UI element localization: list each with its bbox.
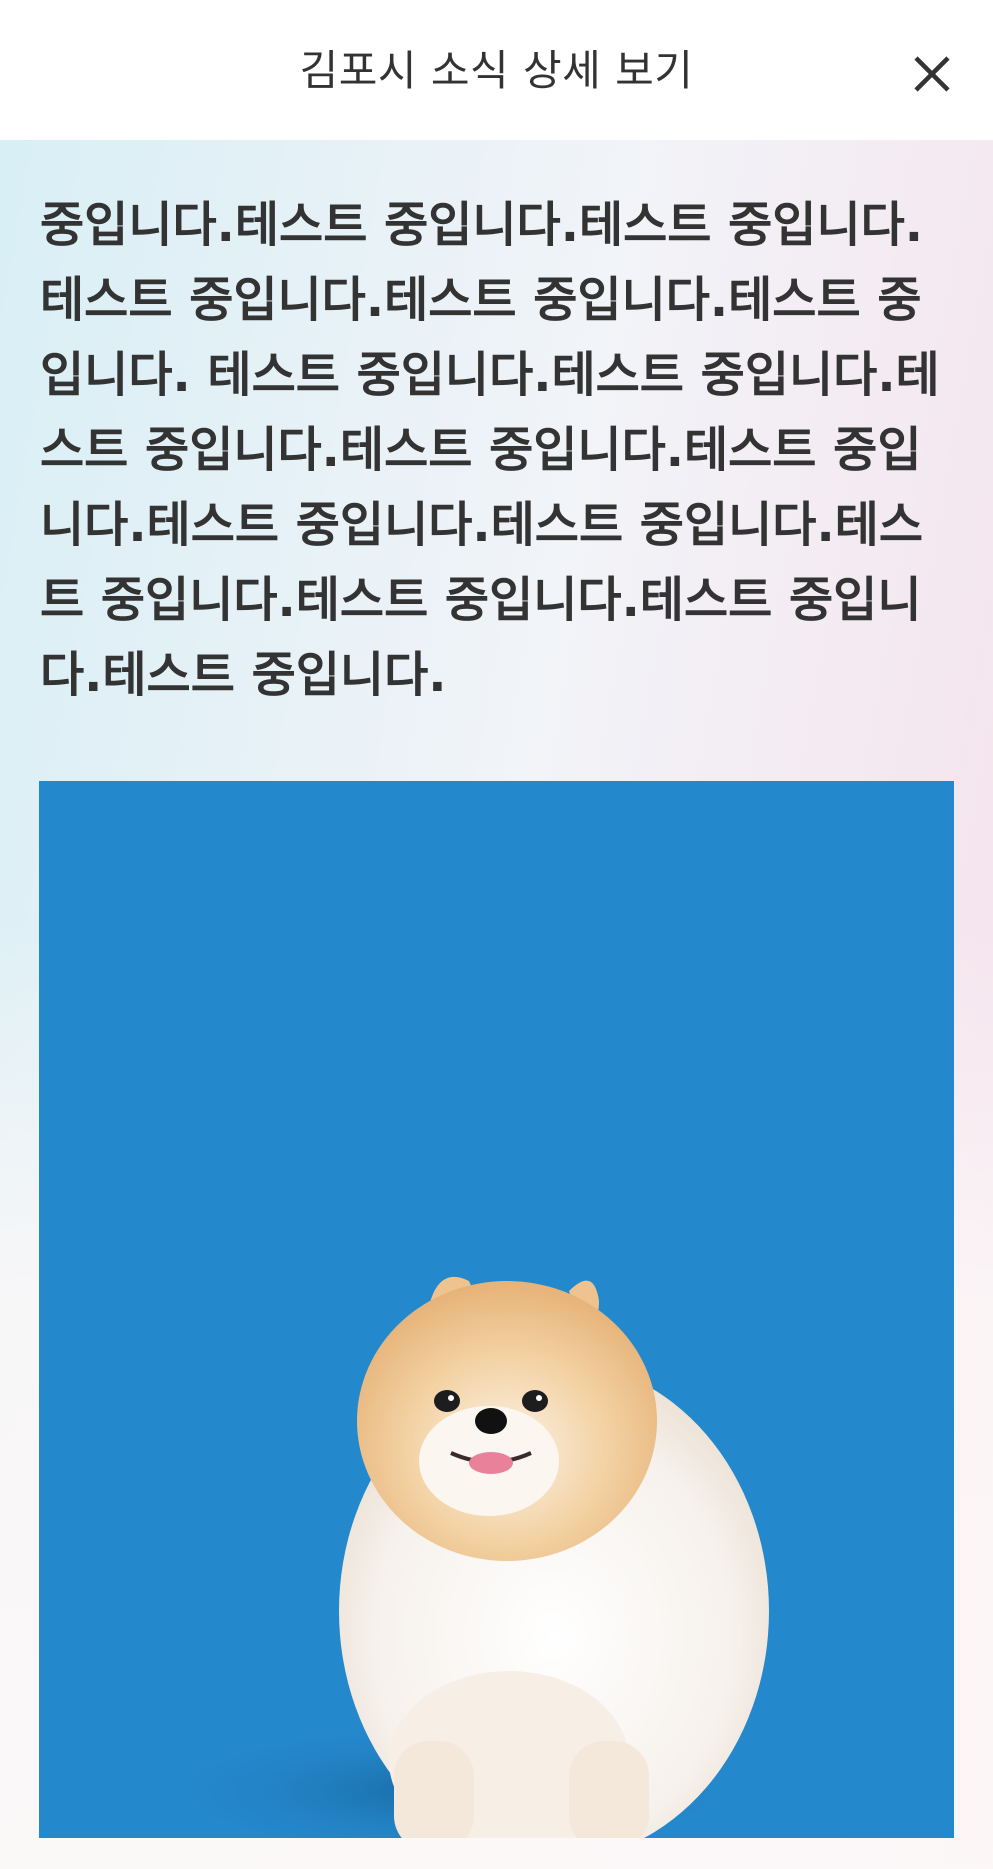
article-body-text: 중입니다.테스트 중입니다.테스트 중입니다.테스트 중입니다.테스트 중입니다… xyxy=(40,197,940,703)
header-bar: 김포시 소식 상세 보기 xyxy=(0,0,993,140)
article-content: 중입니다.테스트 중입니다.테스트 중입니다.테스트 중입니다.테스트 중입니다… xyxy=(0,140,993,1869)
article-photo xyxy=(39,781,954,1838)
close-icon xyxy=(914,56,950,92)
page-title: 김포시 소식 상세 보기 xyxy=(299,46,694,95)
pomeranian-dog-image xyxy=(149,1276,769,1838)
close-button[interactable] xyxy=(904,46,960,102)
